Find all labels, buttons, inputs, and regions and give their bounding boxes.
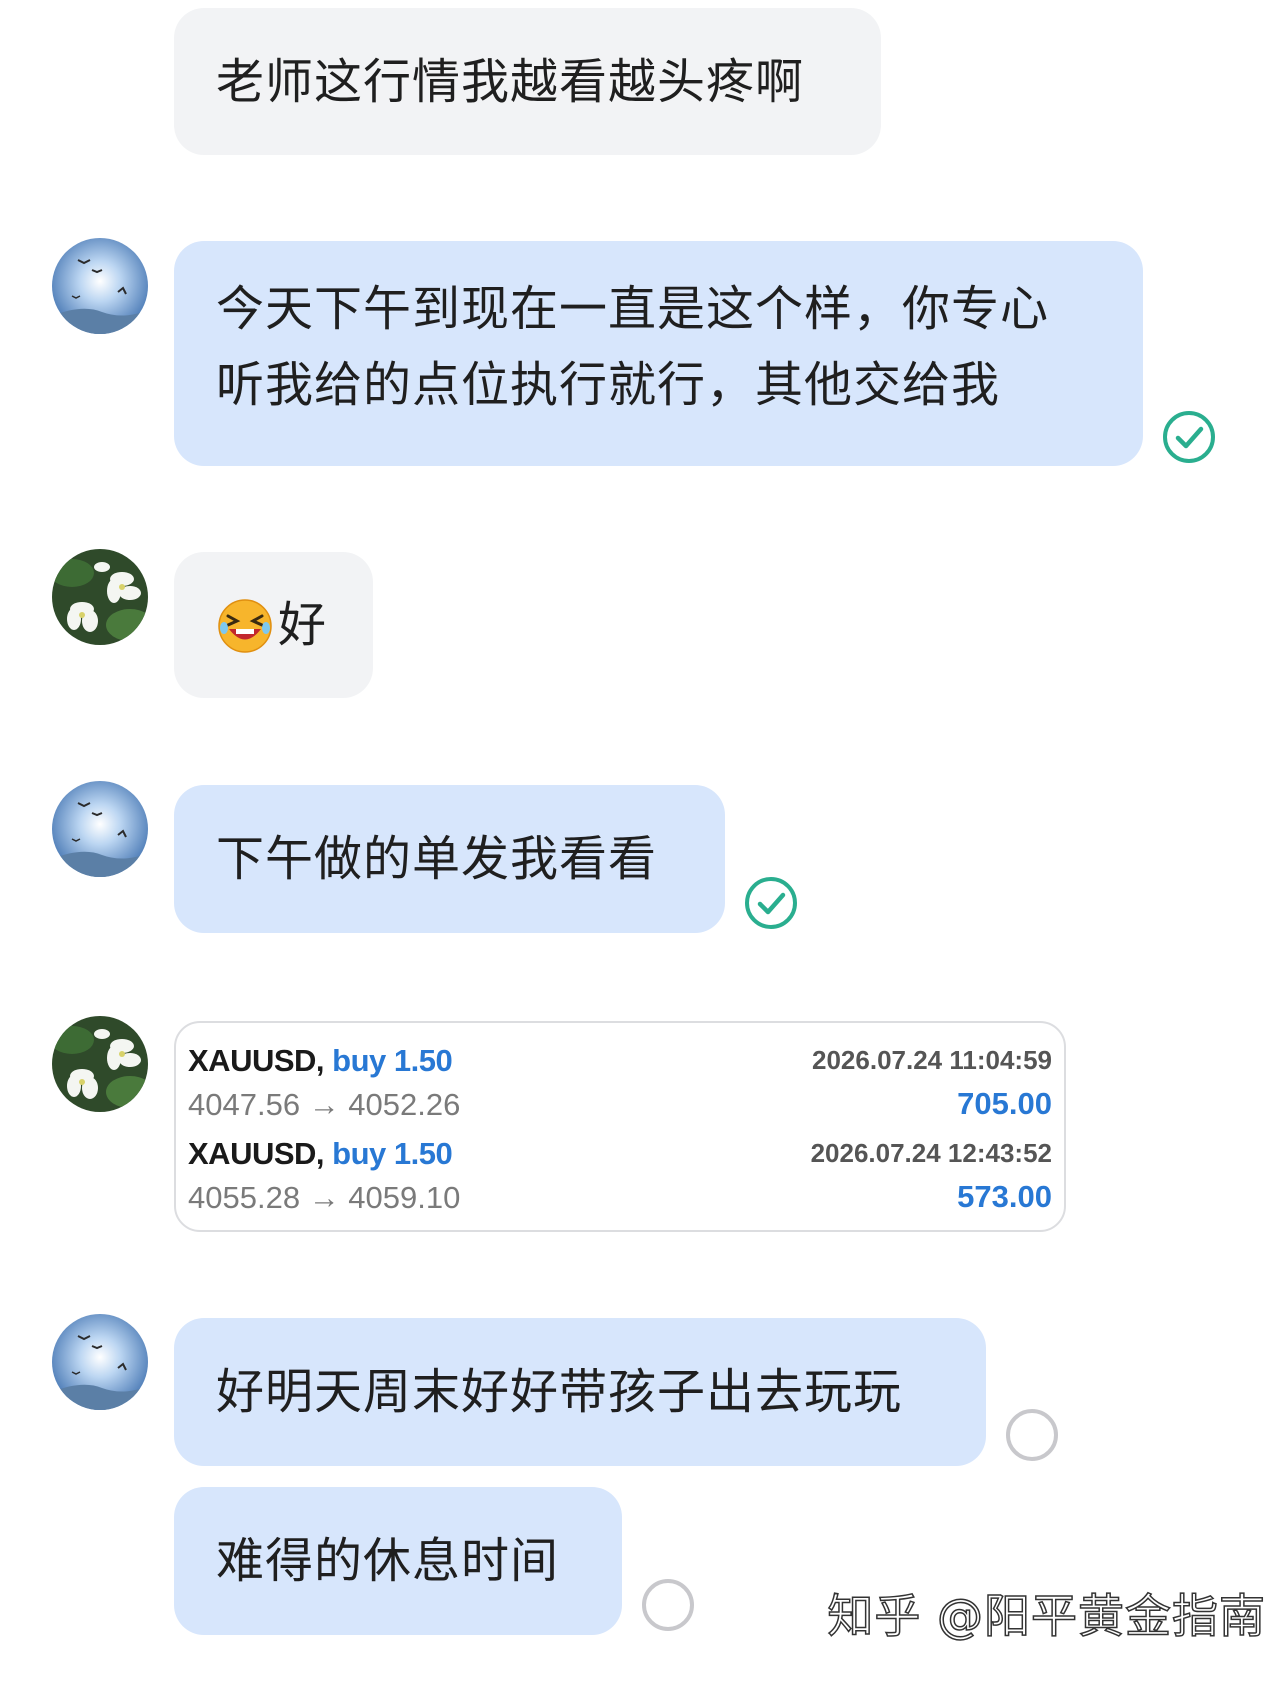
avatar-client[interactable]	[52, 1016, 148, 1112]
avatar-client[interactable]	[52, 549, 148, 645]
message-text: 好明天周末好好带孩子出去玩玩	[216, 1364, 903, 1420]
avatar-sky-birds-image	[52, 238, 148, 334]
trade-prices: 4055.28 → 4059.10	[188, 1180, 461, 1215]
avatar-white-flowers-image	[52, 1016, 148, 1112]
unread-status-icon	[1006, 1409, 1058, 1461]
trade-row: XAUUSD, buy 1.50 4047.56 → 4052.26 2026.…	[188, 1037, 1052, 1127]
trade-row: XAUUSD, buy 1.50 4055.28 → 4059.10 2026.…	[188, 1130, 1052, 1220]
trade-prices: 4047.56 → 4052.26	[188, 1087, 461, 1122]
message-bubble-incoming[interactable]: 老师这行情我越看越头疼啊	[174, 8, 881, 155]
avatar-teacher[interactable]	[52, 781, 148, 877]
trade-history-image[interactable]: XAUUSD, buy 1.50 4047.56 → 4052.26 2026.…	[174, 1021, 1066, 1232]
trade-profit: 573.00	[957, 1179, 1052, 1214]
read-check-icon	[745, 877, 797, 929]
message-text: 难得的休息时间	[216, 1533, 560, 1589]
message-text: 下午做的单发我看看	[216, 831, 658, 887]
read-check-icon	[1163, 411, 1215, 463]
unread-status-icon	[642, 1579, 694, 1631]
avatar-sky-birds-image	[52, 781, 148, 877]
trade-symbol: XAUUSD, buy 1.50	[188, 1043, 453, 1078]
message-bubble-outgoing[interactable]: 下午做的单发我看看	[174, 785, 725, 933]
avatar-white-flowers-image	[52, 549, 148, 645]
trade-profit: 705.00	[957, 1086, 1052, 1121]
laughing-emoji-icon	[218, 599, 272, 653]
message-bubble-outgoing[interactable]: 难得的休息时间	[174, 1487, 622, 1635]
trade-time: 2026.07.24 12:43:52	[810, 1138, 1052, 1168]
trade-symbol: XAUUSD, buy 1.50	[188, 1136, 453, 1171]
message-text: 老师这行情我越看越头疼啊	[216, 53, 805, 110]
message-bubble-outgoing[interactable]: 今天下午到现在一直是这个样，你专心 听我给的点位执行就行，其他交给我	[174, 241, 1143, 466]
avatar-teacher[interactable]	[52, 1314, 148, 1410]
message-line: 听我给的点位执行就行，其他交给我	[216, 357, 1001, 413]
message-line: 今天下午到现在一直是这个样，你专心	[216, 281, 1050, 337]
message-bubble-incoming[interactable]: 好	[174, 552, 373, 698]
avatar-sky-birds-image	[52, 1314, 148, 1410]
trade-side: buy 1.50	[332, 1043, 453, 1078]
message-text: 好	[278, 597, 328, 653]
trade-time: 2026.07.24 11:04:59	[812, 1045, 1052, 1075]
avatar-teacher[interactable]	[52, 238, 148, 334]
message-bubble-outgoing[interactable]: 好明天周末好好带孩子出去玩玩	[174, 1318, 986, 1466]
watermark: 知乎 @阳平黄金指南	[827, 1588, 1266, 1644]
trade-side: buy 1.50	[332, 1136, 453, 1171]
